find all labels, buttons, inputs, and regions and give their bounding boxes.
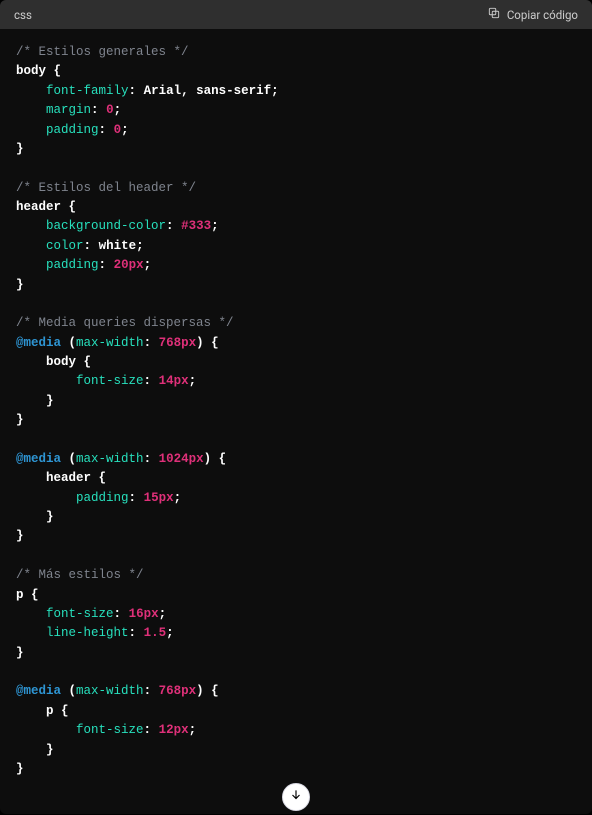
code-prop: font-size: [76, 723, 144, 737]
language-label: css: [14, 8, 32, 22]
code-number: 0: [114, 123, 122, 137]
code-prop: padding: [46, 258, 99, 272]
code-comment: /* Estilos generales */: [16, 45, 189, 59]
code-prop: padding: [76, 491, 129, 505]
copy-code-label: Copiar código: [507, 8, 578, 22]
code-block-body: /* Estilos generales */ body { font-fami…: [0, 29, 592, 814]
code-atrule: @media: [16, 336, 61, 350]
code-block: css Copiar código /* Estilos generales *…: [0, 0, 592, 814]
code-prop: font-family: [46, 84, 129, 98]
code-selector: header: [46, 471, 91, 485]
copy-icon: [487, 6, 501, 23]
code-number: 16px: [129, 607, 159, 621]
code-comment: /* Media queries dispersas */: [16, 316, 234, 330]
code-prop: background-color: [46, 219, 166, 233]
code-selector: p: [16, 588, 24, 602]
code-selector: header: [16, 200, 61, 214]
code-prop: color: [46, 239, 84, 253]
code-prop: font-size: [46, 607, 114, 621]
code-number: 14px: [159, 374, 189, 388]
code-prop: font-size: [76, 374, 144, 388]
code-atrule: @media: [16, 452, 61, 466]
code-value: white: [99, 239, 137, 253]
code-selector: body: [16, 64, 46, 78]
scroll-down-button[interactable]: [282, 783, 310, 811]
code-number: 1.5: [144, 626, 167, 640]
code-number: 15px: [144, 491, 174, 505]
code-selector: body: [46, 355, 76, 369]
code-prop: padding: [46, 123, 99, 137]
code-atrule: @media: [16, 684, 61, 698]
code-comment: /* Estilos del header */: [16, 181, 196, 195]
copy-code-button[interactable]: Copiar código: [487, 6, 578, 23]
code-prop: line-height: [46, 626, 129, 640]
code-number: 0: [106, 103, 114, 117]
code-content: /* Estilos generales */ body { font-fami…: [16, 43, 576, 779]
code-block-header: css Copiar código: [0, 0, 592, 29]
code-comment: /* Más estilos */: [16, 568, 144, 582]
code-number: 20px: [114, 258, 144, 272]
code-prop: margin: [46, 103, 91, 117]
code-selector: p: [46, 704, 54, 718]
arrow-down-icon: [289, 788, 303, 806]
code-value: #333: [181, 219, 211, 233]
code-value: Arial, sans-serif: [144, 84, 272, 98]
code-number: 12px: [159, 723, 189, 737]
